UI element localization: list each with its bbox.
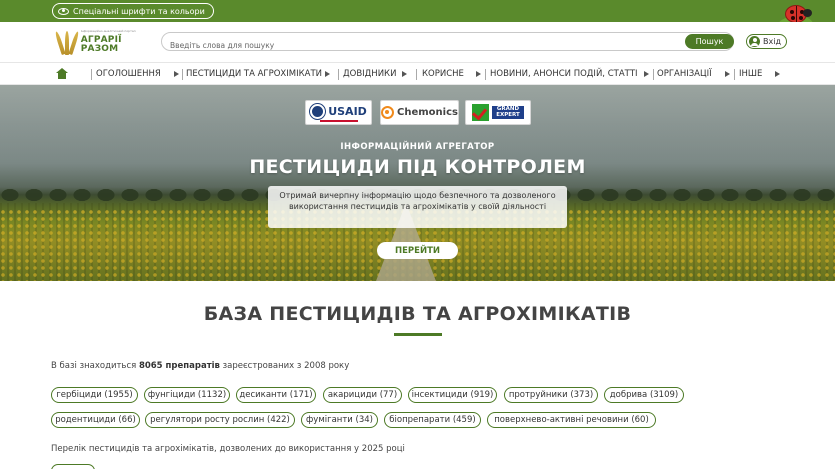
nav-separator	[91, 69, 92, 80]
category-chip-insecticides[interactable]: інсектициди (919)	[408, 387, 497, 403]
category-chip-seed-treatments[interactable]: протруйники (373)	[504, 387, 598, 403]
chevron-right-icon	[402, 71, 407, 77]
checkmark-icon	[472, 104, 489, 121]
grand-expert-logo-text: GRAND EXPERT	[492, 105, 524, 120]
year-button[interactable]	[51, 464, 95, 469]
list-caption: Перелік пестицидів та агрохімікатів, доз…	[51, 444, 405, 454]
section-title: БАЗА ПЕСТИЦИДІВ ТА АГРОХІМІКАТІВ	[203, 303, 632, 325]
logo-tagline: Інформаційно-аналітичний портал	[80, 29, 136, 33]
eye-icon	[58, 7, 69, 15]
title-underline	[394, 333, 442, 336]
chevron-right-icon	[725, 71, 730, 77]
search-button[interactable]: Пошук	[685, 34, 734, 49]
category-chip-herbicides[interactable]: гербіциди (1955)	[51, 387, 138, 403]
nav-separator	[485, 69, 486, 80]
accessibility-bar: Спеціальні шрифти та кольори	[0, 0, 835, 22]
main-navigation: ОГОЛОШЕННЯ ПЕСТИЦИДИ ТА АГРОХІМІКАТИ ДОВ…	[0, 62, 835, 85]
wheat-logo-icon	[53, 27, 80, 57]
grand-expert-logo: GRAND EXPERT	[465, 100, 531, 125]
nav-item-organizations[interactable]: ОРГАНІЗАЦІЇ	[657, 63, 712, 85]
category-chip-surfactants[interactable]: поверхнево-активні речовини (60)	[487, 412, 656, 428]
login-label: Вхід	[763, 37, 781, 46]
chemonics-mark-icon	[381, 106, 395, 119]
nav-item-news[interactable]: НОВИНИ, АНОНСИ ПОДІЙ, СТАТТІ	[490, 63, 638, 85]
nav-item-directories[interactable]: ДОВІДНИКИ	[343, 63, 396, 85]
category-chip-acaricides[interactable]: акарициди (77)	[323, 387, 402, 403]
site-header: Інформаційно-аналітичний портал АГРАРІЇ …	[0, 22, 835, 62]
category-chip-fertilizers[interactable]: добрива (3109)	[604, 387, 684, 403]
login-button[interactable]: Вхід	[746, 34, 787, 49]
nav-separator	[338, 69, 339, 80]
nav-item-useful[interactable]: КОРИСНЕ	[422, 63, 464, 85]
usaid-logo-text: USAID	[328, 104, 367, 118]
usaid-logo: USAID	[305, 100, 372, 125]
category-chip-fumigants[interactable]: фуміганти (34)	[301, 412, 378, 428]
hero-subtitle: ІНФОРМАЦІЙНИЙ АГРЕГАТОР	[340, 142, 495, 152]
category-chip-biopreparations[interactable]: біопрепарати (459)	[384, 412, 481, 428]
usaid-seal-icon	[310, 103, 326, 119]
category-chip-rodenticides[interactable]: родентициди (66)	[51, 412, 140, 428]
chevron-right-icon	[476, 71, 481, 77]
accessibility-toggle-button[interactable]: Спеціальні шрифти та кольори	[52, 3, 214, 19]
chemonics-logo-text: Chemonics	[397, 107, 458, 118]
preparations-count: 8065 препаратів	[138, 361, 220, 371]
hero-banner: USAID Chemonics GRAND EXPERT ІНФОРМАЦІЙН…	[0, 85, 835, 281]
nav-separator	[734, 69, 735, 80]
category-chip-fungicides[interactable]: фунгіциди (1132)	[144, 387, 230, 403]
nav-item-pesticides[interactable]: ПЕСТИЦИДИ ТА АГРОХІМІКАТИ	[186, 63, 322, 85]
chemonics-logo: Chemonics	[380, 100, 459, 125]
search-input[interactable]	[162, 37, 602, 54]
chevron-right-icon	[644, 71, 649, 77]
nav-item-announcements[interactable]: ОГОЛОШЕННЯ	[96, 63, 161, 85]
home-icon[interactable]	[56, 68, 68, 79]
logo-name: АГРАРІЇ РАЗОМ	[80, 35, 122, 54]
hero-description: Отримай вичерпну інформацію щодо безпечн…	[268, 186, 567, 228]
chevron-right-icon	[775, 71, 780, 77]
nav-item-other[interactable]: ІНШЕ	[739, 63, 762, 85]
accessibility-label: Спеціальні шрифти та кольори	[73, 6, 205, 16]
database-stat: В базі знаходиться 8065 препаратів зареє…	[51, 361, 350, 371]
nav-separator	[416, 69, 417, 80]
site-logo[interactable]: Інформаційно-аналітичний портал АГРАРІЇ …	[53, 26, 151, 58]
hero-title: ПЕСТИЦИДИ ПІД КОНТРОЛЕМ	[249, 156, 586, 178]
chevron-right-icon	[174, 71, 179, 77]
category-chip-desiccants[interactable]: десиканти (171)	[236, 387, 316, 403]
nav-separator	[653, 69, 654, 80]
user-icon	[749, 36, 760, 47]
chevron-right-icon	[325, 71, 330, 77]
nav-separator	[182, 69, 183, 80]
search-bar	[161, 32, 734, 54]
go-button[interactable]: ПЕРЕЙТИ	[377, 242, 458, 259]
category-chip-growth-regulators[interactable]: регулятори росту рослин (422)	[145, 412, 295, 428]
